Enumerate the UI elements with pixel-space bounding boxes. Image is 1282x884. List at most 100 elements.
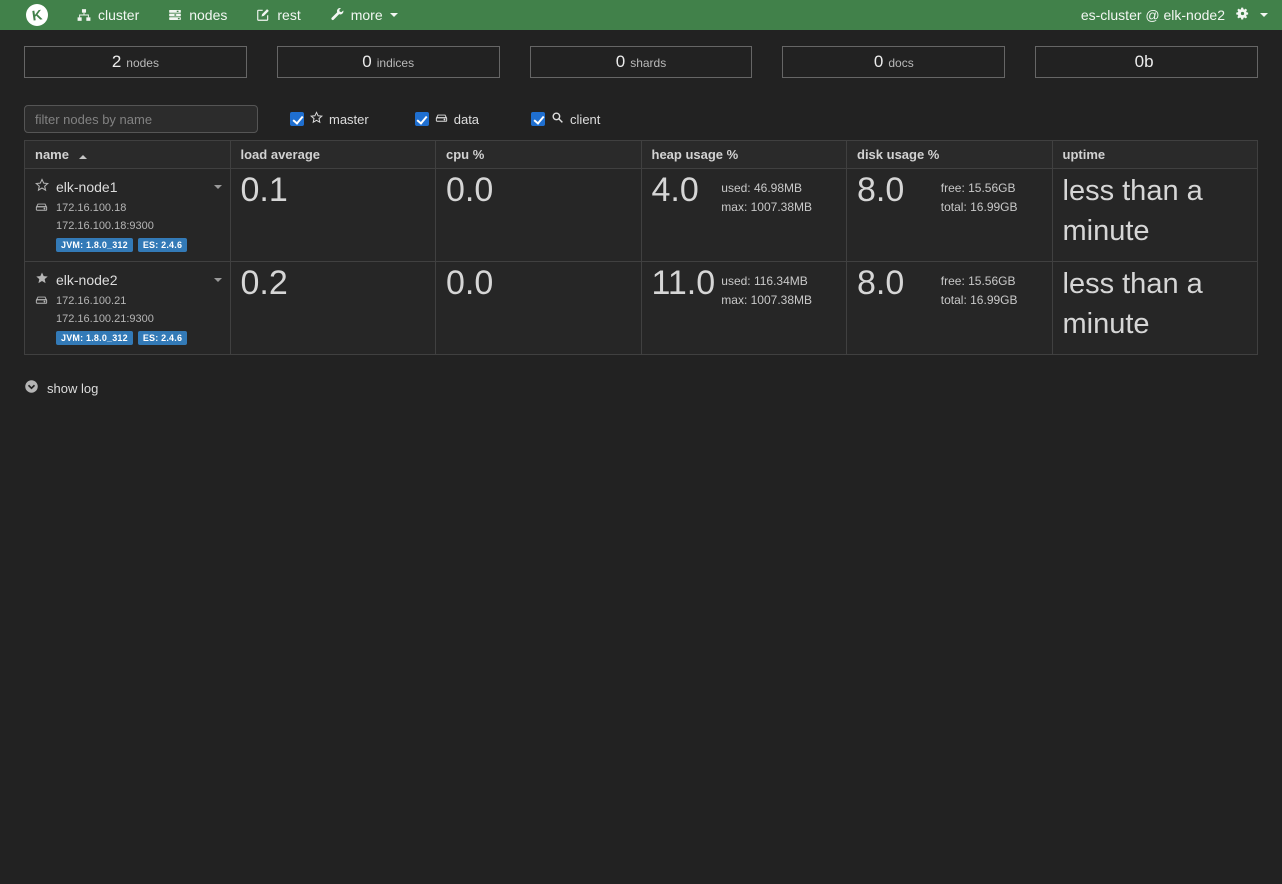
stat-label: indices bbox=[377, 56, 414, 70]
disk-percent: 8.0 bbox=[857, 171, 904, 217]
stat-value: 0 bbox=[616, 52, 625, 72]
table-row: elk-node1 172.16.100.18 172.16.100.18:93… bbox=[25, 169, 1258, 262]
nav-item-label: rest bbox=[277, 7, 300, 23]
filter-client-checkbox[interactable]: client bbox=[531, 111, 600, 127]
cpu-value: 0.0 bbox=[436, 262, 642, 355]
show-log-button[interactable]: show log bbox=[24, 379, 98, 397]
node-name: elk-node1 bbox=[56, 179, 118, 195]
header-load-average[interactable]: load average bbox=[230, 141, 436, 169]
header-heap-usage[interactable]: heap usage % bbox=[641, 141, 847, 169]
search-icon bbox=[551, 111, 564, 127]
es-version-badge: ES: 2.4.6 bbox=[138, 238, 187, 252]
header-cpu[interactable]: cpu % bbox=[436, 141, 642, 169]
stat-docs: 0 docs bbox=[782, 46, 1005, 78]
checkbox-checked[interactable] bbox=[290, 112, 304, 126]
node-actions-chevron-icon[interactable] bbox=[214, 278, 222, 282]
nav-item-label: nodes bbox=[189, 7, 227, 23]
hdd-icon bbox=[435, 111, 448, 127]
server-icon bbox=[168, 8, 182, 22]
load-average-value: 0.1 bbox=[230, 169, 436, 262]
jvm-version-badge: JVM: 1.8.0_312 bbox=[56, 331, 133, 345]
disk-total: total: 16.99GB bbox=[941, 291, 1018, 310]
kopf-logo-letter: K bbox=[31, 6, 43, 23]
main-content: 2 nodes 0 indices 0 shards 0 docs 0b mas… bbox=[0, 46, 1282, 397]
header-disk-usage[interactable]: disk usage % bbox=[847, 141, 1053, 169]
stat-nodes: 2 nodes bbox=[24, 46, 247, 78]
star-outline-icon bbox=[310, 111, 323, 127]
disk-usage-cell: 8.0 free: 15.56GB total: 16.99GB bbox=[847, 262, 1053, 355]
uptime-value: less than a minute bbox=[1052, 262, 1258, 355]
disk-usage-cell: 8.0 free: 15.56GB total: 16.99GB bbox=[847, 169, 1053, 262]
filter-client-label: client bbox=[570, 112, 600, 127]
chevron-circle-down-icon bbox=[24, 379, 39, 397]
cluster-stats-row: 2 nodes 0 indices 0 shards 0 docs 0b bbox=[24, 46, 1258, 78]
node-cell: elk-node2 172.16.100.21 172.16.100.21:93… bbox=[25, 262, 231, 355]
navbar: K cluster nodes rest more es-cluster @ e… bbox=[0, 0, 1282, 30]
sort-asc-icon bbox=[79, 155, 87, 159]
stat-indices: 0 indices bbox=[277, 46, 500, 78]
stat-label: shards bbox=[630, 56, 666, 70]
hdd-icon bbox=[35, 200, 48, 216]
node-name: elk-node2 bbox=[56, 272, 118, 288]
gear-icon[interactable] bbox=[1235, 6, 1250, 24]
filter-data-checkbox[interactable]: data bbox=[415, 111, 479, 127]
stat-value: 0 bbox=[362, 52, 371, 72]
load-average-value: 0.2 bbox=[230, 262, 436, 355]
table-row: elk-node2 172.16.100.21 172.16.100.21:93… bbox=[25, 262, 1258, 355]
nav-item-rest[interactable]: rest bbox=[256, 7, 300, 23]
stat-value: 0b bbox=[1135, 52, 1154, 72]
nav-item-label: cluster bbox=[98, 7, 139, 23]
edit-icon bbox=[256, 8, 270, 22]
heap-max: max: 1007.38MB bbox=[721, 198, 812, 217]
heap-used: used: 116.34MB bbox=[721, 272, 812, 291]
filter-data-label: data bbox=[454, 112, 479, 127]
stat-size: 0b bbox=[1035, 46, 1258, 78]
checkbox-checked[interactable] bbox=[415, 112, 429, 126]
stat-label: nodes bbox=[126, 56, 159, 70]
header-uptime[interactable]: uptime bbox=[1052, 141, 1258, 169]
filter-master-checkbox[interactable]: master bbox=[290, 111, 369, 127]
wrench-icon bbox=[330, 8, 344, 22]
uptime-value: less than a minute bbox=[1052, 169, 1258, 262]
heap-usage-cell: 4.0 used: 46.98MB max: 1007.38MB bbox=[641, 169, 847, 262]
node-transport-address: 172.16.100.21:9300 bbox=[56, 313, 222, 325]
heap-used: used: 46.98MB bbox=[721, 179, 812, 198]
star-outline-icon bbox=[35, 178, 49, 195]
cpu-value: 0.0 bbox=[436, 169, 642, 262]
star-filled-icon bbox=[35, 271, 49, 288]
filter-nodes-input[interactable] bbox=[24, 105, 258, 133]
node-ip: 172.16.100.18 bbox=[56, 202, 126, 214]
node-actions-chevron-icon[interactable] bbox=[214, 185, 222, 189]
checkbox-checked[interactable] bbox=[531, 112, 545, 126]
node-ip: 172.16.100.21 bbox=[56, 295, 126, 307]
show-log-label: show log bbox=[47, 381, 98, 396]
connected-cluster-label: es-cluster @ elk-node2 bbox=[1081, 7, 1225, 23]
es-version-badge: ES: 2.4.6 bbox=[138, 331, 187, 345]
disk-total: total: 16.99GB bbox=[941, 198, 1018, 217]
header-name[interactable]: name bbox=[25, 141, 231, 169]
stat-label: docs bbox=[888, 56, 913, 70]
heap-percent: 4.0 bbox=[652, 171, 699, 217]
chevron-down-icon[interactable] bbox=[1260, 13, 1268, 17]
nav-item-label: more bbox=[351, 7, 383, 23]
nav-item-nodes[interactable]: nodes bbox=[168, 7, 227, 23]
hdd-icon bbox=[35, 293, 48, 309]
heap-usage-cell: 11.0 used: 116.34MB max: 1007.38MB bbox=[641, 262, 847, 355]
table-header-row: name load average cpu % heap usage % dis… bbox=[25, 141, 1258, 169]
stat-shards: 0 shards bbox=[530, 46, 753, 78]
node-transport-address: 172.16.100.18:9300 bbox=[56, 220, 222, 232]
node-cell: elk-node1 172.16.100.18 172.16.100.18:93… bbox=[25, 169, 231, 262]
filter-master-label: master bbox=[329, 112, 369, 127]
stat-value: 2 bbox=[112, 52, 121, 72]
nodes-table: name load average cpu % heap usage % dis… bbox=[24, 140, 1258, 355]
stat-value: 0 bbox=[874, 52, 883, 72]
nav-item-more[interactable]: more bbox=[330, 7, 398, 23]
disk-free: free: 15.56GB bbox=[941, 179, 1018, 198]
sitemap-icon bbox=[77, 8, 91, 22]
kopf-logo[interactable]: K bbox=[26, 4, 48, 26]
disk-free: free: 15.56GB bbox=[941, 272, 1018, 291]
chevron-down-icon bbox=[390, 13, 398, 17]
filter-row: master data client bbox=[24, 105, 1258, 133]
nav-item-cluster[interactable]: cluster bbox=[77, 7, 139, 23]
heap-max: max: 1007.38MB bbox=[721, 291, 812, 310]
